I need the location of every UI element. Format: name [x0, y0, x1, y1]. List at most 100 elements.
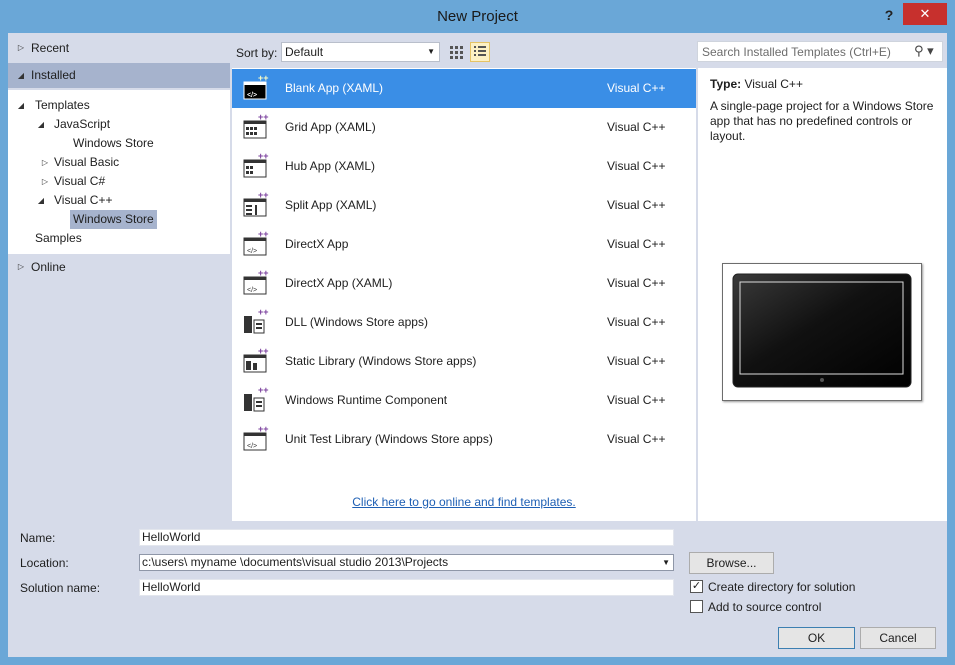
list-view-icon [474, 46, 486, 56]
sort-by-label: Sort by: [236, 46, 278, 60]
collapse-arrow-icon: ◢ [17, 101, 25, 110]
expand-arrow-icon: ▷ [41, 158, 49, 167]
template-name: DirectX App (XAML) [285, 276, 393, 290]
template-language: Visual C++ [607, 81, 666, 95]
split-app-icon: ++ [241, 190, 271, 221]
tree-item-visual-basic[interactable]: ▷ Visual Basic [8, 153, 208, 172]
collapse-arrow-icon: ◢ [37, 196, 45, 205]
template-row[interactable]: ++ DLL (Windows Store apps) Visual C++ [232, 303, 696, 342]
template-name: Static Library (Windows Store apps) [285, 354, 477, 368]
unit-test-icon: </> ++ [241, 424, 271, 455]
hub-app-icon: ++ [241, 151, 271, 182]
template-name: Windows Runtime Component [285, 393, 448, 407]
tree-item-label: Visual C++ [54, 193, 113, 207]
tree-item-label: Online [31, 260, 66, 274]
template-name: Grid App (XAML) [285, 120, 376, 134]
dropdown-arrow-icon: ▼ [427, 47, 435, 56]
tree-item-cpp-windows-store[interactable]: Windows Store [70, 210, 157, 229]
grid-app-icon: ++ [241, 112, 271, 143]
template-language: Visual C++ [607, 237, 666, 251]
template-name: Hub App (XAML) [285, 159, 376, 173]
template-language: Visual C++ [607, 276, 666, 290]
name-field[interactable]: HelloWorld [139, 529, 674, 546]
svg-text:++: ++ [258, 113, 269, 122]
name-label: Name: [20, 531, 56, 545]
grid-view-icon [450, 46, 463, 59]
tree-item-samples[interactable]: Samples [35, 229, 82, 248]
sort-by-select[interactable]: Default ▼ [281, 42, 440, 62]
blank-app-icon: </> ++ [241, 73, 271, 104]
solution-name-label: Solution name: [20, 581, 101, 595]
source-control-checkbox[interactable] [690, 600, 703, 613]
create-directory-checkbox[interactable]: ✓ [690, 580, 703, 593]
template-row[interactable]: ++ Split App (XAML) Visual C++ [232, 186, 696, 225]
tree-item-visual-csharp[interactable]: ▷ Visual C# [8, 172, 208, 191]
template-row[interactable]: </> ++ DirectX App (XAML) Visual C++ [232, 264, 696, 303]
svg-text:++: ++ [258, 152, 269, 161]
template-language: Visual C++ [607, 354, 666, 368]
create-directory-label: Create directory for solution [708, 580, 856, 594]
svg-text:</>: </> [247, 287, 257, 294]
tree-item-recent[interactable]: ▷ Recent [8, 37, 230, 59]
installed-tree: ◢ Templates ◢ JavaScript Windows Store ▷… [8, 90, 230, 254]
template-name: DirectX App [285, 237, 349, 251]
directx-xaml-app-icon: </> ++ [241, 268, 271, 299]
tree-item-visual-cpp[interactable]: ◢ Visual C++ [8, 191, 208, 210]
browse-button[interactable]: Browse... [689, 552, 774, 574]
expand-arrow-icon: ▷ [17, 262, 25, 271]
tree-item-javascript[interactable]: ◢ JavaScript [8, 115, 208, 134]
static-library-icon: ++ [241, 346, 271, 377]
find-online-templates-link[interactable]: Click here to go online and find templat… [232, 495, 696, 509]
svg-text:++: ++ [258, 74, 269, 83]
collapse-arrow-icon: ◢ [17, 71, 25, 80]
svg-text:++: ++ [258, 191, 269, 200]
ok-button[interactable]: OK [778, 627, 855, 649]
template-row[interactable]: </> ++ Blank App (XAML) Visual C++ [232, 69, 696, 108]
svg-text:</>: </> [247, 248, 257, 255]
collapse-arrow-icon: ◢ [37, 120, 45, 129]
small-icons-view-button[interactable] [446, 42, 466, 62]
title-bar: New Project ? ✕ [0, 0, 955, 33]
template-language: Visual C++ [607, 393, 666, 407]
template-language: Visual C++ [607, 432, 666, 446]
expand-arrow-icon: ▷ [41, 177, 49, 186]
dropdown-arrow-icon[interactable]: ▼ [662, 555, 670, 570]
location-field[interactable]: c:\users\ myname \documents\visual studi… [139, 554, 674, 571]
tree-item-js-windows-store[interactable]: Windows Store [73, 134, 154, 153]
type-value: Visual C++ [744, 77, 803, 91]
template-row[interactable]: </> ++ DirectX App Visual C++ [232, 225, 696, 264]
template-name: Unit Test Library (Windows Store apps) [285, 432, 493, 446]
template-name: Split App (XAML) [285, 198, 377, 212]
template-row[interactable]: ++ Windows Runtime Component Visual C++ [232, 381, 696, 420]
close-button[interactable]: ✕ [903, 3, 947, 25]
tree-item-online[interactable]: ▷ Online [8, 256, 230, 278]
search-templates-box: ⚲ ▾ [697, 41, 943, 62]
tree-item-label: Installed [31, 68, 76, 82]
solution-name-field[interactable]: HelloWorld [139, 579, 674, 596]
search-input[interactable] [698, 42, 908, 61]
tree-item-installed[interactable]: ◢ Installed [8, 63, 230, 88]
template-type: Type: Visual C++ [710, 77, 803, 91]
template-row[interactable]: </> ++ Unit Test Library (Windows Store ap… [232, 420, 696, 459]
template-language: Visual C++ [607, 315, 666, 329]
template-language: Visual C++ [607, 120, 666, 134]
template-language: Visual C++ [607, 198, 666, 212]
template-name: Blank App (XAML) [285, 81, 384, 95]
tree-item-label: JavaScript [54, 117, 111, 131]
location-value: c:\users\ myname \documents\visual studi… [142, 555, 449, 569]
list-view-button[interactable] [470, 42, 490, 62]
template-name: DLL (Windows Store apps) [285, 315, 428, 329]
template-row[interactable]: ++ Grid App (XAML) Visual C++ [232, 108, 696, 147]
help-button[interactable]: ? [878, 5, 900, 25]
category-tree-pane: ▷ Recent ◢ Installed ◢ Templates ◢ JavaS… [8, 33, 230, 521]
search-icon[interactable]: ⚲ ▾ [914, 43, 940, 61]
template-row[interactable]: ++ Static Library (Windows Store apps) Vis… [232, 342, 696, 381]
svg-text:++: ++ [258, 230, 269, 239]
svg-text:++: ++ [258, 386, 269, 395]
cancel-button[interactable]: Cancel [860, 627, 936, 649]
template-row[interactable]: ++ Hub App (XAML) Visual C++ [232, 147, 696, 186]
dialog-window: New Project ? ✕ ▷ Recent ◢ Installed ◢ T… [0, 0, 955, 665]
tree-item-label: Recent [31, 41, 70, 55]
svg-text:++: ++ [258, 347, 269, 356]
svg-text:++: ++ [258, 269, 269, 278]
